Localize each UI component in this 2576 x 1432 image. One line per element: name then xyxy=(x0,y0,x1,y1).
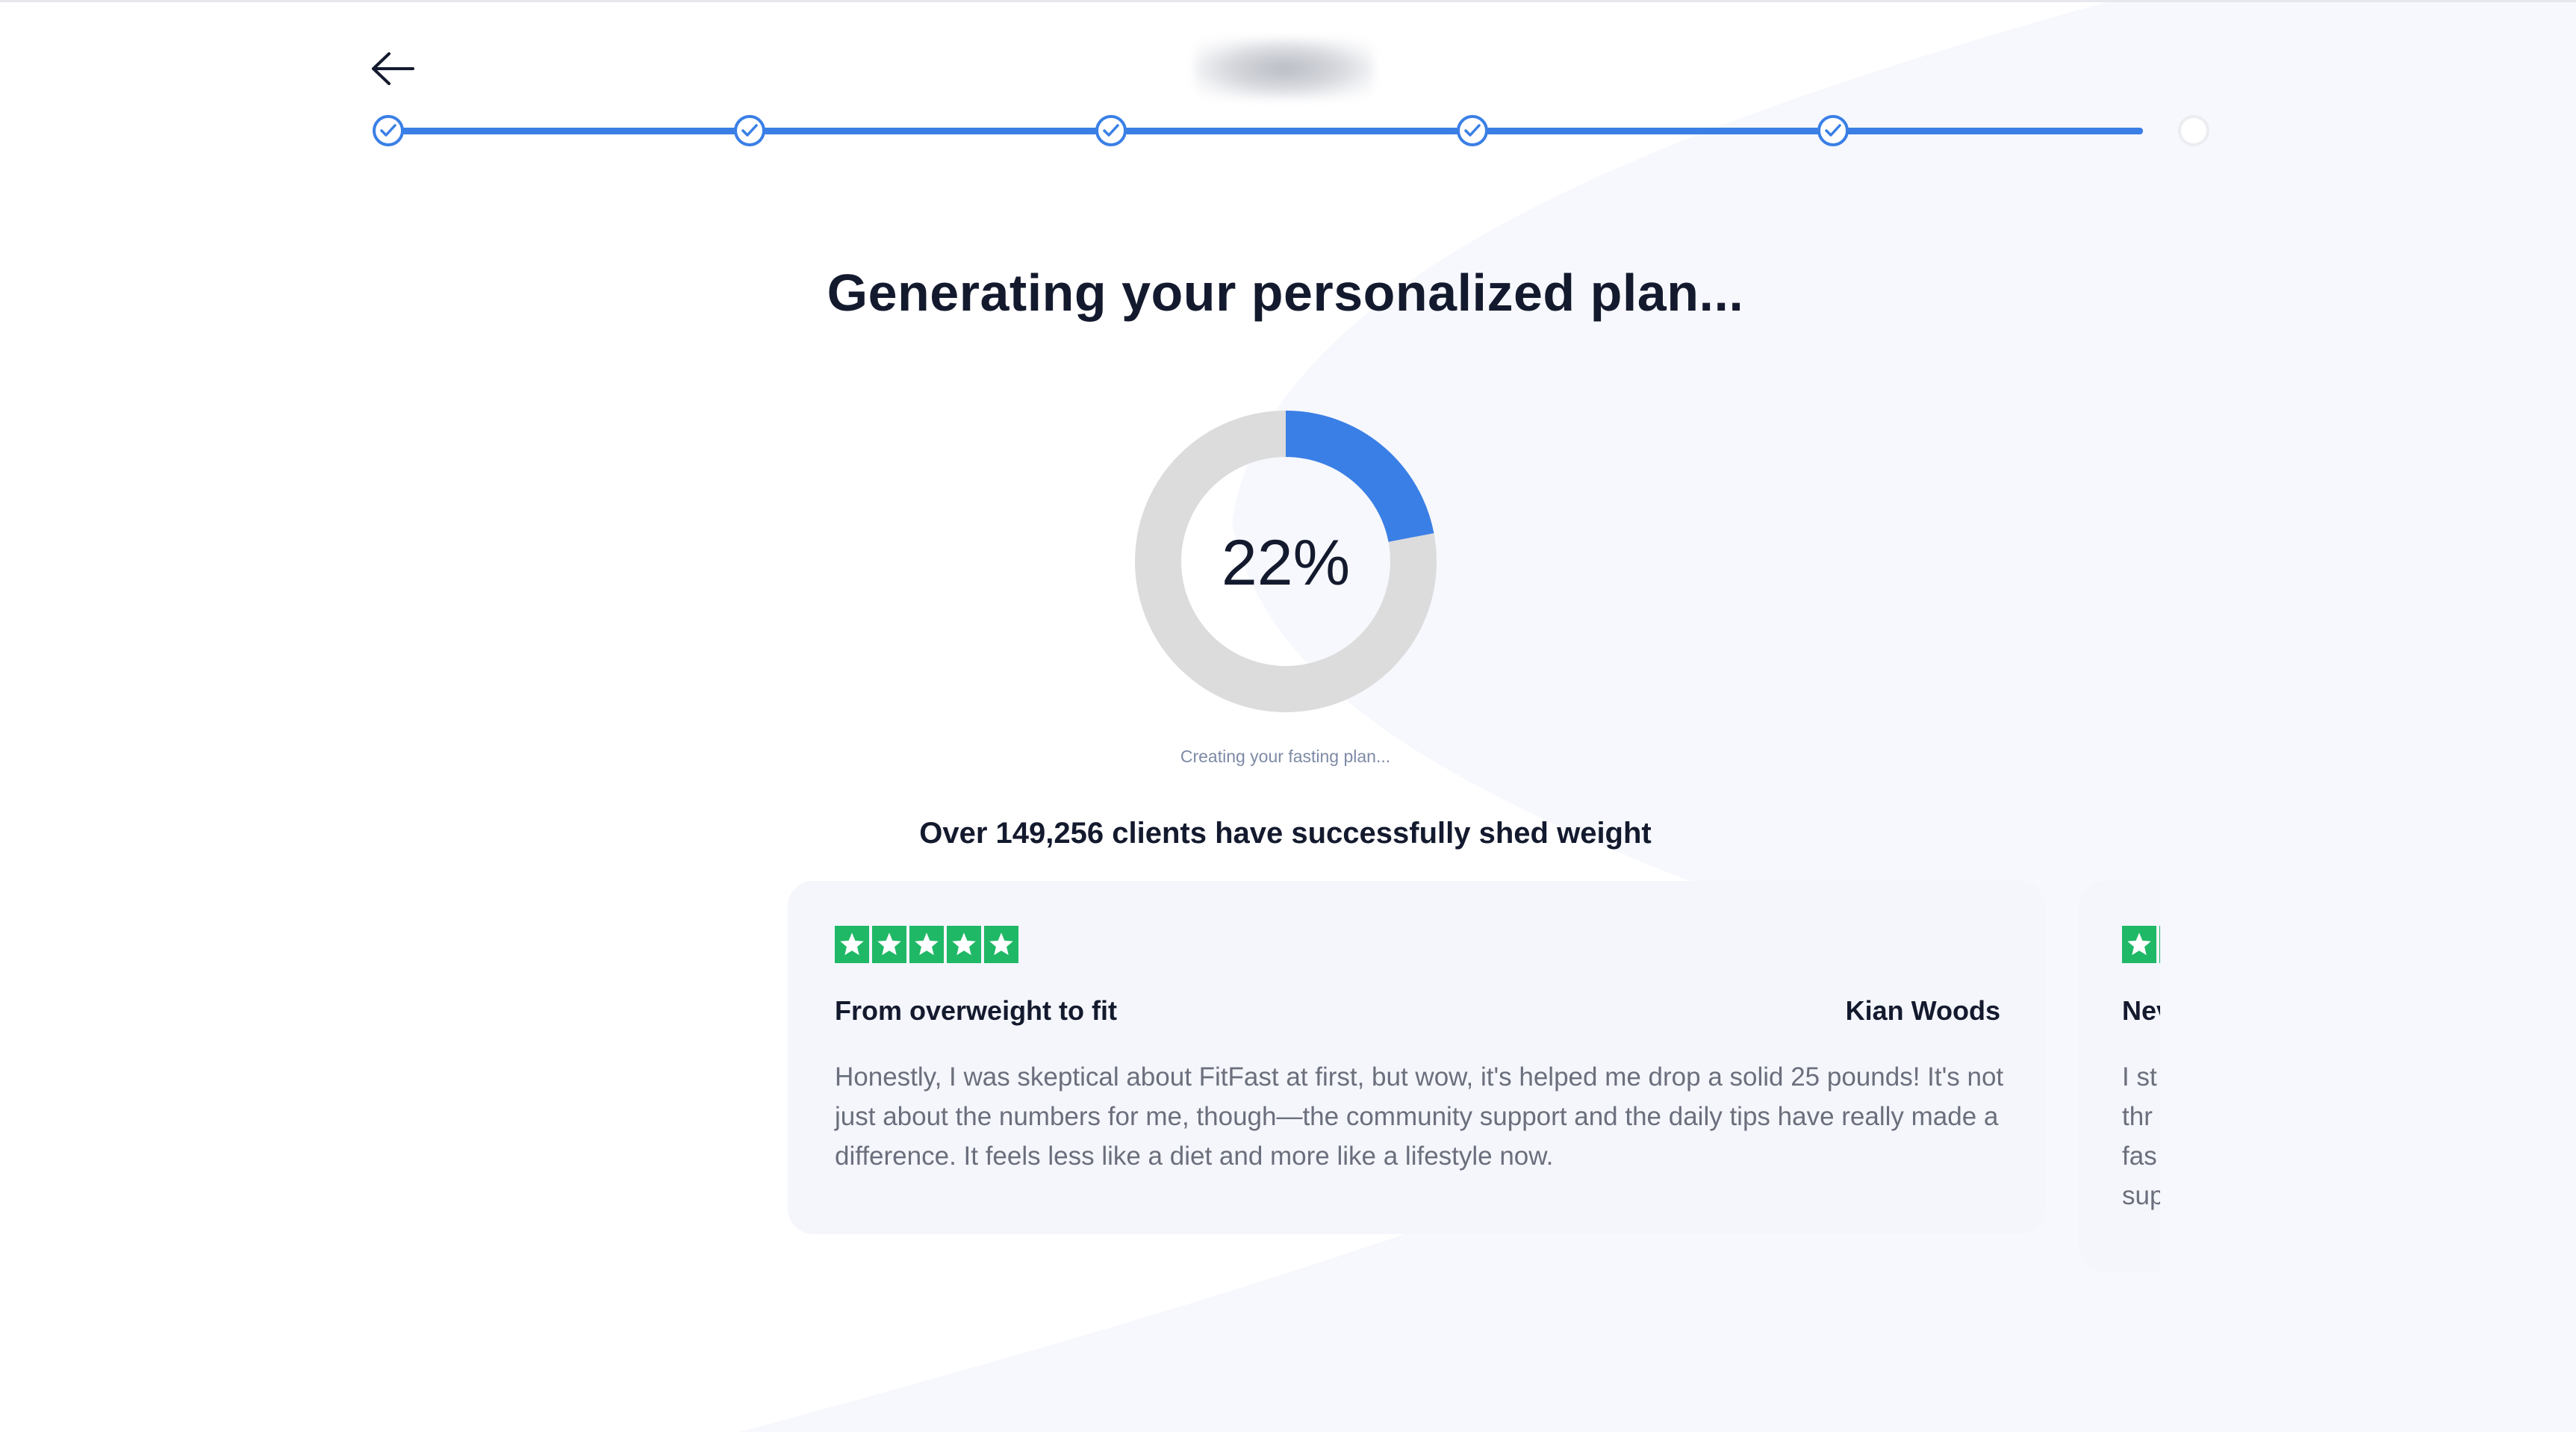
review-card: From overweight to fit Kian Woods Honest… xyxy=(788,881,2045,1234)
review-body-line: I st xyxy=(2122,1062,2157,1092)
star-icon xyxy=(2122,926,2156,963)
progress-percent: 22% xyxy=(1221,527,1351,599)
review-card-next: Nev I st thr fas sup xyxy=(2079,881,2160,1272)
page: Generating your personalized plan... 22%… xyxy=(0,0,2576,1432)
stepper-line xyxy=(388,128,2143,134)
donut-progress-arc xyxy=(1285,411,1434,543)
review-body-line: fas xyxy=(2122,1142,2157,1171)
review-title: Nev xyxy=(2122,995,2160,1026)
star-icon xyxy=(947,926,981,963)
check-icon xyxy=(1103,124,1119,137)
review-body-line: thr xyxy=(2122,1102,2153,1131)
page-title: Generating your personalized plan... xyxy=(827,264,1744,322)
review-body: Honestly, I was skeptical about FitFast … xyxy=(835,1062,2004,1171)
step-4-complete xyxy=(1457,115,1488,146)
check-icon xyxy=(741,124,758,137)
status-text: Creating your fasting plan... xyxy=(1180,747,1391,766)
clients-count-text: Over 149,256 clients have successfully s… xyxy=(919,817,1652,850)
step-6-pending xyxy=(2178,115,2209,146)
star-icon xyxy=(2159,926,2160,963)
star-icon xyxy=(984,926,1018,963)
step-1-complete xyxy=(373,115,404,146)
check-icon xyxy=(1825,124,1841,137)
star-icon xyxy=(835,926,869,963)
rating-stars xyxy=(2122,926,2160,963)
step-2-complete xyxy=(734,115,765,146)
review-body: I st thr fas sup xyxy=(2122,1057,2160,1215)
check-icon xyxy=(380,124,396,137)
step-3-complete xyxy=(1095,115,1127,146)
check-icon xyxy=(1464,124,1481,137)
star-icon xyxy=(872,926,906,963)
star-icon xyxy=(909,926,944,963)
reviews-carousel[interactable]: From overweight to fit Kian Woods Honest… xyxy=(784,881,2160,1284)
step-5-complete xyxy=(1817,115,1849,146)
review-title: From overweight to fit xyxy=(835,995,1117,1026)
review-author: Kian Woods xyxy=(1845,995,2000,1026)
rating-stars xyxy=(835,926,1018,963)
progress-stepper xyxy=(0,0,2576,149)
review-body-line: sup xyxy=(2122,1181,2160,1210)
